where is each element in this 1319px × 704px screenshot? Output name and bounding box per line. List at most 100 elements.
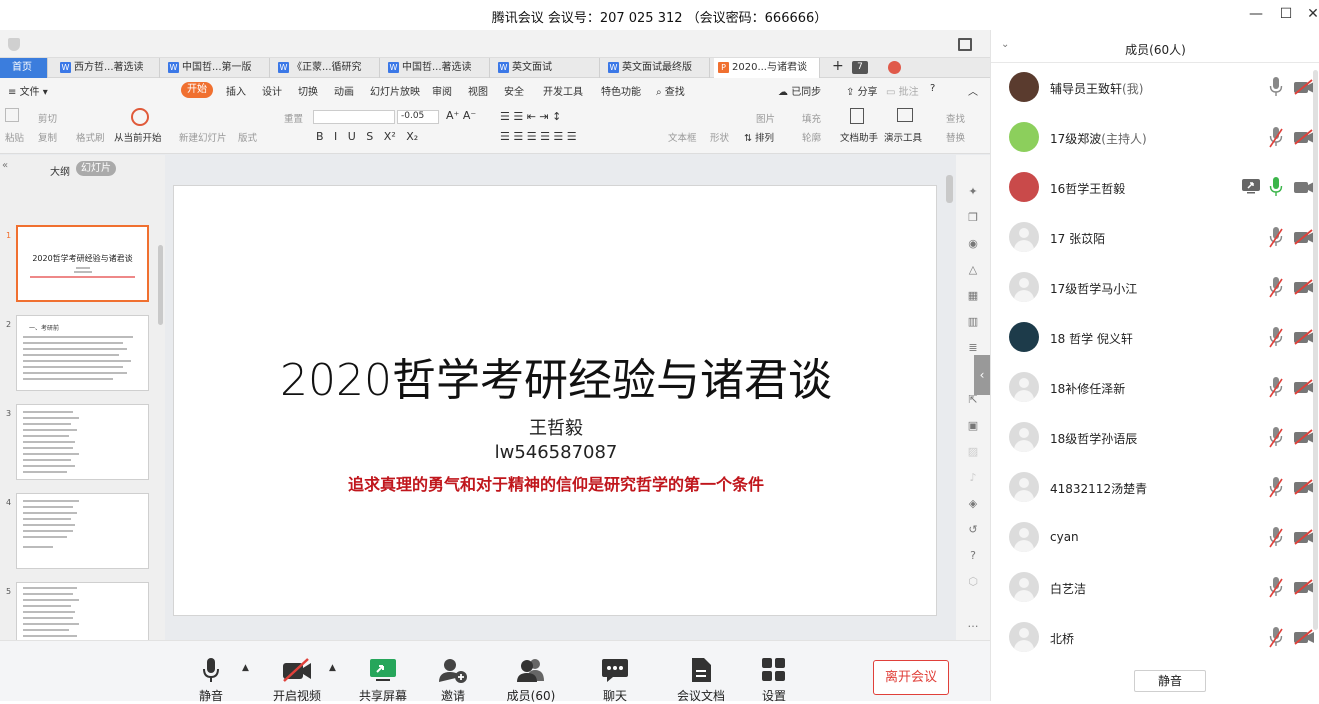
leave-meeting-button[interactable]: 离开会议 — [873, 660, 949, 695]
video-button[interactable]: 开启视频 — [272, 657, 322, 704]
font-name-select[interactable] — [313, 110, 395, 124]
slide-thumbnail-1[interactable]: 2020哲学考研经验与诸君谈 — [16, 225, 149, 302]
menu-start[interactable]: 开始 — [181, 82, 213, 98]
format-painter-button[interactable]: 格式刷 — [76, 130, 105, 144]
video-off-icon[interactable] — [1293, 629, 1315, 645]
mic-muted-icon[interactable] — [1269, 526, 1283, 548]
tab-slides[interactable]: 幻灯片 — [76, 161, 116, 176]
menu-security[interactable]: 安全 — [504, 83, 524, 98]
avatar[interactable] — [888, 61, 901, 74]
thumbnail-scrollbar[interactable] — [158, 245, 163, 325]
menu-transition[interactable]: 切换 — [298, 83, 318, 98]
grid-icon[interactable]: ▦ — [966, 289, 980, 303]
member-row[interactable]: 18级哲学孙语辰 — [991, 414, 1319, 464]
collapse-pane-icon[interactable]: « — [2, 160, 8, 171]
outline-button[interactable]: 轮廓 — [802, 130, 821, 144]
picture-button[interactable]: 图片 — [756, 111, 775, 125]
mic-muted-icon[interactable] — [1269, 626, 1283, 648]
box-icon[interactable]: ▣ — [966, 419, 980, 433]
menu-slideshow[interactable]: 幻灯片放映 — [370, 83, 420, 98]
slide-scrollbar[interactable] — [946, 175, 953, 203]
play-from-current-button[interactable]: 从当前开始 — [114, 130, 162, 144]
menu-file[interactable]: ≡ 文件 ▾ — [8, 83, 48, 98]
new-tab-button[interactable]: + — [832, 58, 844, 74]
menu-insert[interactable]: 插入 — [226, 83, 246, 98]
replace-button[interactable]: 替换 — [946, 130, 965, 144]
current-slide[interactable]: 2020哲学考研经验与诸君谈 王哲毅 lw546587087 追求真理的勇气和对… — [173, 185, 937, 616]
minimize-button[interactable]: — — [1244, 4, 1268, 24]
members-button[interactable]: 成员(60) — [506, 657, 556, 704]
export-icon[interactable]: ⇱ — [966, 393, 980, 407]
sliders-icon[interactable]: ≣ — [966, 341, 980, 355]
mute-button[interactable]: 静音 — [196, 657, 226, 704]
doc-helper-button[interactable]: 文档助手 — [840, 130, 878, 144]
align-buttons[interactable]: ☰ ☰ ☰ ☰ ☰ ☰ — [500, 130, 577, 143]
help-icon[interactable]: ? — [930, 83, 935, 94]
menu-review[interactable]: 审阅 — [432, 83, 452, 98]
mic-muted-icon[interactable] — [1269, 226, 1283, 248]
video-off-icon[interactable] — [1293, 379, 1315, 395]
video-off-icon[interactable] — [1293, 229, 1315, 245]
menu-animation[interactable]: 动画 — [334, 83, 354, 98]
mic-muted-icon[interactable] — [1269, 326, 1283, 348]
reset-button[interactable]: 重置 — [284, 111, 303, 125]
microphone-icon[interactable] — [1269, 176, 1283, 198]
history-icon[interactable]: ↺ — [966, 523, 980, 537]
video-off-icon[interactable] — [1293, 329, 1315, 345]
comment-button[interactable]: ▭ 批注 — [886, 83, 919, 98]
member-row[interactable]: 41832112汤楚青 — [991, 464, 1319, 514]
tab-count-badge[interactable]: 7 — [852, 61, 868, 74]
chat-button[interactable]: 聊天 — [600, 657, 630, 704]
menu-design[interactable]: 设计 — [262, 83, 282, 98]
sync-status[interactable]: ☁ 已同步 — [778, 83, 821, 98]
member-row[interactable]: 17级郑波(主持人) — [991, 114, 1319, 164]
slide-thumbnail-3[interactable] — [16, 404, 149, 480]
mute-options-arrow[interactable]: ▲ — [242, 663, 249, 673]
mic-muted-icon[interactable] — [1269, 276, 1283, 298]
slide-thumbnail-5[interactable] — [16, 582, 149, 640]
microphone-icon[interactable] — [1269, 76, 1283, 98]
mic-muted-icon[interactable] — [1269, 376, 1283, 398]
video-off-icon[interactable] — [1293, 79, 1315, 95]
video-off-icon[interactable] — [1293, 529, 1315, 545]
invite-button[interactable]: 邀请 — [438, 657, 468, 704]
paste-button[interactable]: 粘贴 — [5, 130, 24, 144]
video-off-icon[interactable] — [1293, 429, 1315, 445]
member-row[interactable]: 17 张苡陌 — [991, 214, 1319, 264]
slide-thumbnail-2[interactable]: 一、考研前 — [16, 315, 149, 391]
present-tools-button[interactable]: 演示工具 — [884, 130, 922, 144]
meeting-docs-button[interactable]: 会议文档 — [674, 657, 728, 704]
member-row[interactable]: 北桥 — [991, 614, 1319, 664]
tab-active-presentation[interactable]: P 2020...与诸君谈 — [714, 58, 820, 78]
tab-document[interactable]: W 英文面试最终版 — [604, 58, 710, 78]
text-format-buttons[interactable]: B I U S X² X₂ — [316, 130, 418, 143]
mic-muted-icon[interactable] — [1269, 476, 1283, 498]
member-row[interactable]: 16哲学王哲毅 — [991, 164, 1319, 214]
sound-icon[interactable]: ♪ — [966, 471, 980, 485]
layout-button[interactable]: 版式 — [238, 130, 257, 144]
more-icon[interactable]: … — [966, 617, 980, 631]
menu-view[interactable]: 视图 — [468, 83, 488, 98]
tab-outline[interactable]: 大纲 — [50, 163, 70, 178]
close-button[interactable]: ✕ — [1301, 4, 1319, 24]
share-screen-button[interactable]: 共享屏幕 — [358, 657, 408, 704]
find-button[interactable]: 查找 — [946, 111, 965, 125]
settings-button[interactable]: 设置 — [759, 657, 789, 704]
collapse-ribbon-icon[interactable]: ︿ — [968, 83, 978, 98]
member-list-scrollbar[interactable] — [1313, 70, 1318, 630]
menu-features[interactable]: 特色功能 — [601, 83, 641, 98]
member-row[interactable]: cyan — [991, 514, 1319, 564]
copy-icon[interactable]: ❐ — [966, 211, 980, 225]
new-slide-button[interactable]: 新建幻灯片 — [179, 130, 227, 144]
shape-icon[interactable]: △ — [966, 263, 980, 277]
chevron-left-icon[interactable]: ‹ — [974, 355, 990, 395]
arrange-button[interactable]: ⇅ 排列 — [744, 130, 774, 144]
slide-thumbnail-4[interactable] — [16, 493, 149, 569]
member-row[interactable]: 18补修任泽新 — [991, 364, 1319, 414]
font-size-up-icon[interactable]: A⁺ A⁻ — [446, 109, 476, 122]
member-row[interactable]: 白艺洁 — [991, 564, 1319, 614]
video-off-icon[interactable] — [1293, 279, 1315, 295]
location-icon[interactable]: ◉ — [966, 237, 980, 251]
fullscreen-icon[interactable] — [958, 38, 972, 51]
mic-muted-icon[interactable] — [1269, 426, 1283, 448]
